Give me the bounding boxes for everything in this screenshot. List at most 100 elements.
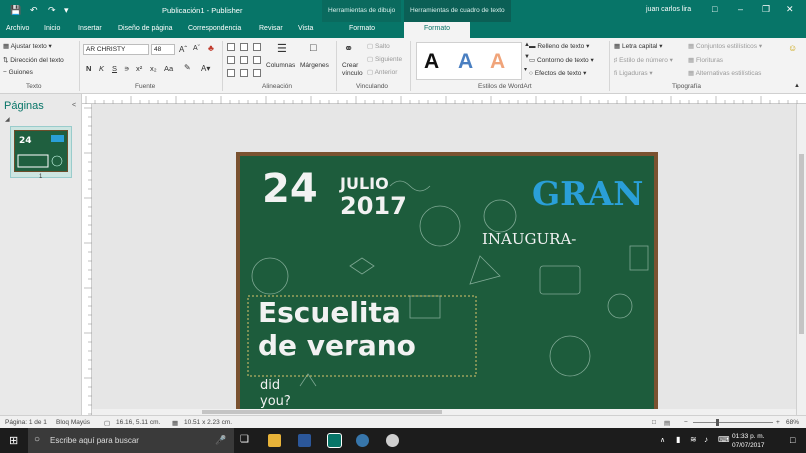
page-indicator[interactable]: Página: 1 de 1 xyxy=(5,419,47,426)
collapse-ribbon-icon[interactable]: ▲ xyxy=(794,83,800,89)
expand-section-icon[interactable]: ◢ xyxy=(5,116,10,123)
battery-icon[interactable]: ▮ xyxy=(676,435,680,444)
wordart-style-black[interactable]: A xyxy=(424,50,439,74)
taskbar-clock[interactable]: 01:33 p. m. 07/07/2017 xyxy=(732,432,765,450)
link-icon[interactable]: ⚭ xyxy=(344,42,353,55)
align-top-left-icon[interactable] xyxy=(227,43,235,51)
task-view-icon[interactable]: ❏ xyxy=(240,434,249,445)
vertical-scrollbar[interactable] xyxy=(796,104,806,415)
save-icon[interactable]: 💾 xyxy=(10,5,21,16)
align-middle-center-icon[interactable] xyxy=(240,56,248,64)
stylistic-alternates-button[interactable]: ▦ Alternativas estilísticas xyxy=(688,69,761,77)
highlight-icon[interactable]: ✎ xyxy=(184,63,191,72)
wordart-style-blue[interactable]: A xyxy=(458,50,473,74)
hyphenation-button[interactable]: − Guiones xyxy=(3,69,33,76)
zoom-slider[interactable] xyxy=(693,422,773,423)
windows-start-icon[interactable]: ⊞ xyxy=(9,434,18,447)
customize-qat-icon[interactable]: ▾ xyxy=(64,5,69,16)
people-icon[interactable]: ∧ xyxy=(660,436,665,444)
date-year[interactable]: 2017 xyxy=(340,192,407,220)
previous-button[interactable]: ▢ Anterior xyxy=(367,68,397,76)
align-bottom-center-icon[interactable] xyxy=(240,69,248,77)
taskbar-search[interactable]: ○ Escribe aquí para buscar 🎤 xyxy=(28,428,234,453)
maximize-icon[interactable]: ❐ xyxy=(762,4,770,15)
tab-insertar[interactable]: Insertar xyxy=(78,25,102,32)
text-effects-button[interactable]: ○ Efectos de texto ▾ xyxy=(529,69,586,77)
underline-icon[interactable]: S xyxy=(112,64,117,73)
title-line-1[interactable]: Escuelita xyxy=(258,296,401,329)
zoom-out-icon[interactable]: − xyxy=(684,419,688,426)
small-caps-icon[interactable]: ∍ xyxy=(124,64,129,73)
microphone-icon[interactable]: 🎤 xyxy=(215,435,226,446)
text-fill-button[interactable]: ▬ Relleno de texto ▾ xyxy=(529,42,589,50)
tab-archivo[interactable]: Archivo xyxy=(6,25,29,32)
text-direction-button[interactable]: ⇅ Dirección del texto xyxy=(3,56,64,64)
horizontal-ruler[interactable] xyxy=(82,94,806,104)
break-button[interactable]: ▢ Salto xyxy=(367,42,390,50)
stylistic-sets-button[interactable]: ▦ Conjuntos estilísticos ▾ xyxy=(688,42,762,50)
flourish-button[interactable]: ▦ Florituras xyxy=(688,56,723,64)
user-name[interactable]: juan carlos lira xyxy=(646,6,691,13)
font-name-select[interactable]: AR CHRISTY xyxy=(83,44,149,55)
margins-button[interactable]: Márgenes xyxy=(300,62,329,69)
wifi-icon[interactable]: ≋ xyxy=(690,435,697,444)
drop-cap-button[interactable]: ▦ Letra capital ▾ xyxy=(614,42,662,50)
wordart-style-orange[interactable]: A xyxy=(490,50,505,74)
single-page-view-icon[interactable]: □ xyxy=(652,419,656,426)
zoom-level[interactable]: 68% xyxy=(786,419,799,426)
fit-text-button[interactable]: ▦ Ajustar texto ▾ xyxy=(3,42,52,50)
grow-font-icon[interactable]: Aˆ xyxy=(179,45,187,54)
page-thumbnail[interactable]: 24 1 xyxy=(10,126,72,180)
tab-formato-dibujo[interactable]: Formato xyxy=(349,25,375,32)
text-outline-button[interactable]: ▭ Contorno de texto ▾ xyxy=(529,56,594,64)
font-size-select[interactable]: 48 xyxy=(151,44,175,55)
bold-icon[interactable]: N xyxy=(86,64,91,73)
align-top-right-icon[interactable] xyxy=(253,43,261,51)
tab-vista[interactable]: Vista xyxy=(298,25,313,32)
change-case-icon[interactable]: Aa xyxy=(164,64,173,73)
smiley-feedback-icon[interactable]: ☺ xyxy=(788,43,797,53)
publisher-icon[interactable] xyxy=(327,433,342,448)
shrink-font-icon[interactable]: Aˇ xyxy=(193,45,200,52)
undo-icon[interactable]: ↶ xyxy=(30,5,38,16)
tab-revisar[interactable]: Revisar xyxy=(259,25,283,32)
two-page-view-icon[interactable]: ▤ xyxy=(664,419,670,427)
collapse-panel-icon[interactable]: < xyxy=(72,102,76,109)
gallery-more-icon[interactable]: ▾ xyxy=(524,66,527,73)
zoom-slider-thumb[interactable] xyxy=(716,419,719,426)
number-style-button[interactable]: ♯ Estilo de número ▾ xyxy=(614,56,673,64)
superscript-icon[interactable]: x² xyxy=(136,64,142,73)
next-button[interactable]: ▢ Siguiente xyxy=(367,55,402,63)
horizontal-scroll-thumb[interactable] xyxy=(202,410,442,414)
align-middle-left-icon[interactable] xyxy=(227,56,235,64)
margins-icon[interactable]: □ xyxy=(310,42,317,54)
ligatures-button[interactable]: ﬁ Ligaduras ▾ xyxy=(614,69,653,77)
italic-icon[interactable]: K xyxy=(99,64,104,73)
close-icon[interactable]: ✕ xyxy=(786,4,794,15)
vertical-ruler[interactable] xyxy=(82,104,92,415)
vertical-scroll-thumb[interactable] xyxy=(799,154,804,334)
word-icon[interactable] xyxy=(298,434,311,447)
clear-format-icon[interactable]: ♣ xyxy=(208,43,214,53)
date-month[interactable]: JULIO xyxy=(340,174,389,193)
file-explorer-icon[interactable] xyxy=(268,434,281,447)
date-day[interactable]: 24 xyxy=(262,166,318,212)
font-color-icon[interactable]: A▾ xyxy=(201,64,210,73)
create-link-button[interactable]: Crear vínculo xyxy=(342,62,366,78)
document-canvas[interactable]: 24 JULIO 2017 GRAN INAUGURA- Escuelita d… xyxy=(92,104,796,409)
redo-icon[interactable]: ↷ xyxy=(48,5,56,16)
align-top-center-icon[interactable] xyxy=(240,43,248,51)
columns-icon[interactable]: ☰ xyxy=(277,42,287,55)
ribbon-options-icon[interactable]: □ xyxy=(712,4,717,14)
chalkboard-page[interactable]: 24 JULIO 2017 GRAN INAUGURA- Escuelita d… xyxy=(236,152,658,409)
zoom-in-icon[interactable]: + xyxy=(776,419,780,426)
subscript-icon[interactable]: x₂ xyxy=(150,64,157,73)
align-bottom-left-icon[interactable] xyxy=(227,69,235,77)
tab-formato-cuadro-texto[interactable]: Formato xyxy=(404,22,471,38)
align-middle-right-icon[interactable] xyxy=(253,56,261,64)
inaugura-text[interactable]: INAUGURA- xyxy=(482,230,576,248)
columns-button[interactable]: Columnas xyxy=(266,62,295,69)
tab-correspondencia[interactable]: Correspondencia xyxy=(188,25,241,32)
chrome-icon[interactable] xyxy=(386,434,399,447)
volume-icon[interactable]: ♪ xyxy=(704,435,708,444)
